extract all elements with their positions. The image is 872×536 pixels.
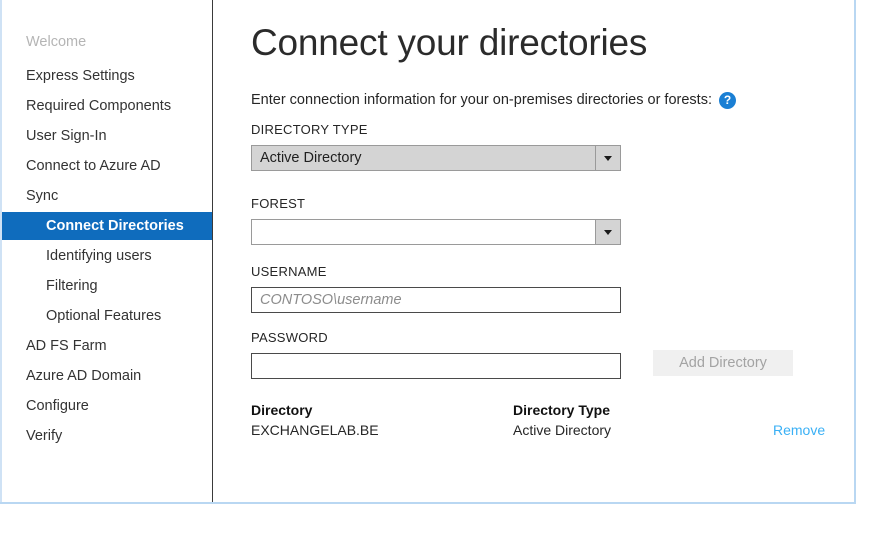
page-title: Connect your directories	[251, 22, 648, 63]
sidebar-item-verify[interactable]: Verify	[2, 422, 214, 450]
sidebar-item-identifying-users[interactable]: Identifying users	[2, 242, 214, 270]
sidebar-item-sync[interactable]: Sync	[2, 182, 214, 210]
sidebar-item-optional-features[interactable]: Optional Features	[2, 302, 214, 330]
sidebar-item-label: Express Settings	[26, 68, 135, 84]
sidebar-item-required-components[interactable]: Required Components	[2, 92, 214, 120]
sidebar-item-label: User Sign-In	[26, 128, 107, 144]
sidebar-item-label: Connect Directories	[46, 218, 184, 234]
directory-type-label: DIRECTORY TYPE	[251, 122, 368, 137]
screenshot-root: Welcome Express Settings Required Compon…	[0, 0, 872, 536]
connected-directories-table: Directory Directory Type EXCHANGELAB.BE …	[251, 402, 841, 442]
sidebar-item-express-settings[interactable]: Express Settings	[2, 62, 214, 90]
page-subtitle: Enter connection information for your on…	[251, 92, 712, 108]
sidebar-item-filtering[interactable]: Filtering	[2, 272, 214, 300]
page-subtitle-row: Enter connection information for your on…	[251, 90, 736, 110]
forest-label: FOREST	[251, 196, 306, 211]
column-header-directory: Directory	[251, 402, 313, 418]
password-label: PASSWORD	[251, 330, 328, 345]
directory-type-dropdown[interactable]: Active Directory	[251, 145, 621, 171]
sidebar-item-label: Welcome	[26, 34, 87, 50]
sidebar-item-connect-directories[interactable]: Connect Directories	[2, 212, 214, 240]
directory-type-value: Active Directory	[260, 150, 362, 166]
username-input[interactable]: CONTOSO\username	[251, 287, 621, 313]
sidebar-item-label: Verify	[26, 428, 63, 444]
cell-directory: EXCHANGELAB.BE	[251, 422, 379, 438]
forest-dropdown[interactable]	[251, 219, 621, 245]
sidebar-item-label: AD FS Farm	[26, 338, 107, 354]
sidebar-item-label: Optional Features	[46, 308, 162, 324]
wizard-content-pane: Connect your directories Enter connectio…	[213, 0, 854, 502]
table-row: EXCHANGELAB.BE Active Directory Remove	[251, 422, 841, 442]
sidebar-item-label: Sync	[26, 188, 59, 204]
chevron-down-icon[interactable]	[595, 146, 620, 170]
sidebar-item-label: Identifying users	[46, 248, 152, 264]
sidebar-item-connect-to-azure-ad[interactable]: Connect to Azure AD	[2, 152, 214, 180]
chevron-down-icon[interactable]	[595, 220, 620, 244]
wizard-step-sidebar: Welcome Express Settings Required Compon…	[0, 0, 214, 502]
azure-ad-connect-wizard-window: Welcome Express Settings Required Compon…	[0, 0, 856, 504]
column-header-directory-type: Directory Type	[513, 402, 610, 418]
cell-directory-type: Active Directory	[513, 422, 612, 438]
sidebar-item-label: Filtering	[46, 278, 98, 294]
forest-value	[252, 220, 595, 244]
sidebar-item-azure-ad-domain[interactable]: Azure AD Domain	[2, 362, 214, 390]
help-icon[interactable]: ?	[718, 91, 736, 109]
username-placeholder: CONTOSO\username	[260, 292, 402, 308]
sidebar-item-label: Required Components	[26, 98, 172, 114]
sidebar-item-user-sign-in[interactable]: User Sign-In	[2, 122, 214, 150]
sidebar-item-label: Configure	[26, 398, 89, 414]
add-directory-button[interactable]: Add Directory	[653, 350, 793, 376]
sidebar-item-label: Azure AD Domain	[26, 368, 142, 384]
password-input[interactable]	[251, 353, 621, 379]
username-label: USERNAME	[251, 264, 327, 279]
table-header-row: Directory Directory Type	[251, 402, 841, 422]
sidebar-item-welcome[interactable]: Welcome	[2, 28, 214, 56]
sidebar-item-label: Connect to Azure AD	[26, 158, 161, 174]
sidebar-item-configure[interactable]: Configure	[2, 392, 214, 420]
sidebar-item-ad-fs-farm[interactable]: AD FS Farm	[2, 332, 214, 360]
remove-directory-link[interactable]: Remove	[773, 422, 825, 438]
